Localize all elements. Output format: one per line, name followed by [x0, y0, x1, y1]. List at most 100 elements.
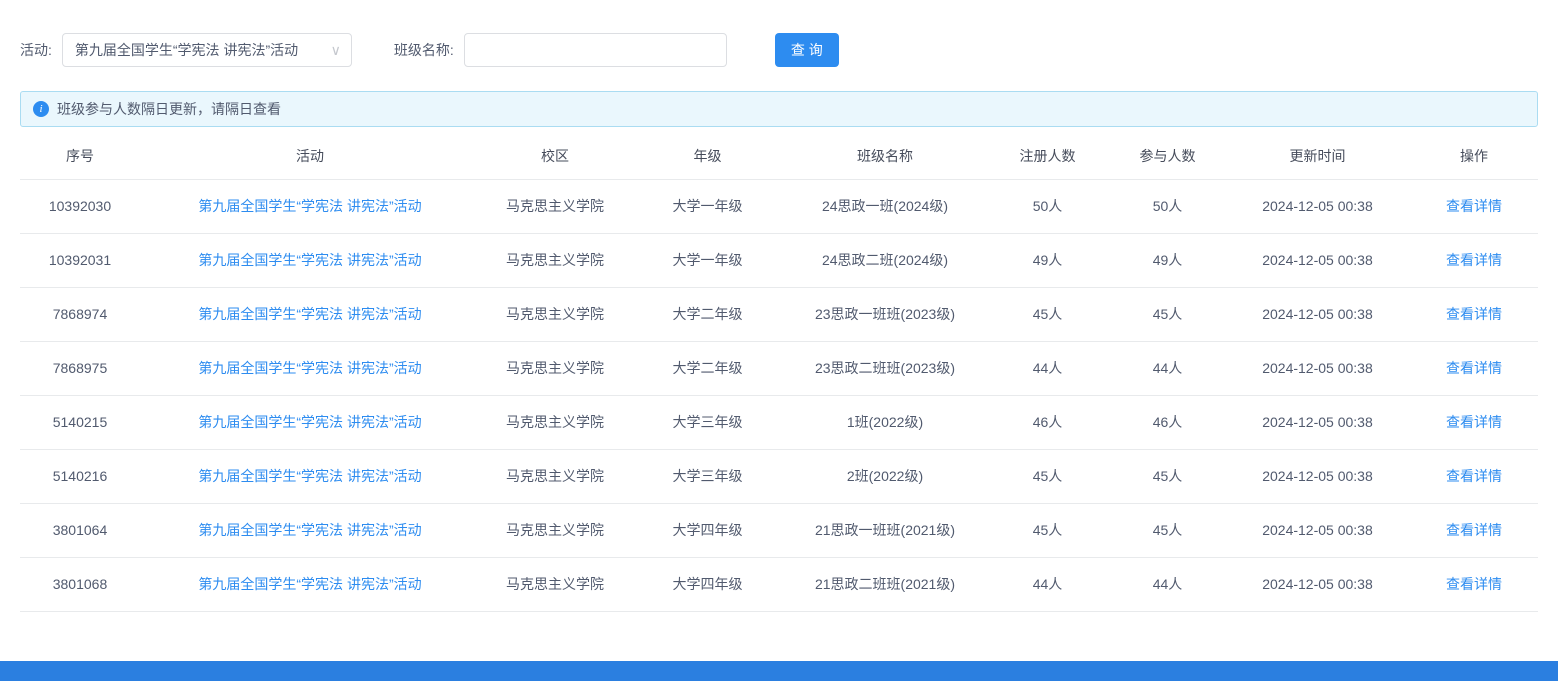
cell-seq: 7868975	[20, 341, 140, 395]
table-row: 7868975第九届全国学生“学宪法 讲宪法”活动马克思主义学院大学二年级23思…	[20, 341, 1538, 395]
activity-select[interactable]: 第九届全国学生“学宪法 讲宪法”活动 ∨	[62, 33, 352, 67]
cell-participants: 44人	[1110, 557, 1225, 611]
table-row: 3801064第九届全国学生“学宪法 讲宪法”活动马克思主义学院大学四年级21思…	[20, 503, 1538, 557]
cell-seq: 3801064	[20, 503, 140, 557]
activity-link[interactable]: 第九届全国学生“学宪法 讲宪法”活动	[198, 360, 421, 376]
column-header-class_name: 班级名称	[785, 133, 985, 179]
filter-bar: 活动: 第九届全国学生“学宪法 讲宪法”活动 ∨ 班级名称: 查 询	[0, 0, 1558, 67]
cell-registered: 45人	[985, 449, 1110, 503]
activity-link[interactable]: 第九届全国学生“学宪法 讲宪法”活动	[198, 576, 421, 592]
cell-updated: 2024-12-05 00:38	[1225, 557, 1410, 611]
cell-registered: 44人	[985, 341, 1110, 395]
view-details-link[interactable]: 查看详情	[1446, 468, 1502, 484]
table-row: 5140215第九届全国学生“学宪法 讲宪法”活动马克思主义学院大学三年级1班(…	[20, 395, 1538, 449]
cell-updated: 2024-12-05 00:38	[1225, 233, 1410, 287]
cell-activity: 第九届全国学生“学宪法 讲宪法”活动	[140, 557, 480, 611]
cell-campus: 马克思主义学院	[480, 341, 630, 395]
footer-bar	[0, 661, 1558, 681]
cell-seq: 5140216	[20, 449, 140, 503]
column-header-campus: 校区	[480, 133, 630, 179]
activity-link[interactable]: 第九届全国学生“学宪法 讲宪法”活动	[198, 414, 421, 430]
cell-registered: 44人	[985, 557, 1110, 611]
cell-grade: 大学一年级	[630, 179, 785, 233]
cell-seq: 3801068	[20, 557, 140, 611]
cell-activity: 第九届全国学生“学宪法 讲宪法”活动	[140, 449, 480, 503]
view-details-link[interactable]: 查看详情	[1446, 198, 1502, 214]
cell-updated: 2024-12-05 00:38	[1225, 287, 1410, 341]
table-body: 10392030第九届全国学生“学宪法 讲宪法”活动马克思主义学院大学一年级24…	[20, 179, 1538, 611]
view-details-link[interactable]: 查看详情	[1446, 360, 1502, 376]
cell-activity: 第九届全国学生“学宪法 讲宪法”活动	[140, 503, 480, 557]
column-header-updated: 更新时间	[1225, 133, 1410, 179]
cell-class_name: 24思政二班(2024级)	[785, 233, 985, 287]
query-button[interactable]: 查 询	[775, 33, 839, 67]
table-row: 5140216第九届全国学生“学宪法 讲宪法”活动马克思主义学院大学三年级2班(…	[20, 449, 1538, 503]
cell-participants: 44人	[1110, 341, 1225, 395]
column-header-seq: 序号	[20, 133, 140, 179]
activity-link[interactable]: 第九届全国学生“学宪法 讲宪法”活动	[198, 522, 421, 538]
column-header-grade: 年级	[630, 133, 785, 179]
info-icon: i	[33, 101, 49, 117]
cell-updated: 2024-12-05 00:38	[1225, 503, 1410, 557]
view-details-link[interactable]: 查看详情	[1446, 414, 1502, 430]
cell-participants: 50人	[1110, 179, 1225, 233]
view-details-link[interactable]: 查看详情	[1446, 306, 1502, 322]
cell-campus: 马克思主义学院	[480, 503, 630, 557]
cell-participants: 45人	[1110, 449, 1225, 503]
table-header-row: 序号活动校区年级班级名称注册人数参与人数更新时间操作	[20, 133, 1538, 179]
activity-link[interactable]: 第九届全国学生“学宪法 讲宪法”活动	[198, 306, 421, 322]
cell-grade: 大学四年级	[630, 503, 785, 557]
cell-action: 查看详情	[1410, 395, 1538, 449]
class-name-input[interactable]	[464, 33, 727, 67]
cell-campus: 马克思主义学院	[480, 557, 630, 611]
activity-link[interactable]: 第九届全国学生“学宪法 讲宪法”活动	[198, 252, 421, 268]
cell-activity: 第九届全国学生“学宪法 讲宪法”活动	[140, 341, 480, 395]
activity-filter-label: 活动:	[20, 40, 52, 60]
table-row: 3801068第九届全国学生“学宪法 讲宪法”活动马克思主义学院大学四年级21思…	[20, 557, 1538, 611]
activity-link[interactable]: 第九届全国学生“学宪法 讲宪法”活动	[198, 468, 421, 484]
cell-action: 查看详情	[1410, 233, 1538, 287]
cell-grade: 大学四年级	[630, 557, 785, 611]
cell-grade: 大学三年级	[630, 449, 785, 503]
table-row: 7868974第九届全国学生“学宪法 讲宪法”活动马克思主义学院大学二年级23思…	[20, 287, 1538, 341]
cell-activity: 第九届全国学生“学宪法 讲宪法”活动	[140, 233, 480, 287]
cell-participants: 45人	[1110, 287, 1225, 341]
class-name-filter-label: 班级名称:	[394, 40, 454, 60]
cell-updated: 2024-12-05 00:38	[1225, 395, 1410, 449]
cell-action: 查看详情	[1410, 503, 1538, 557]
column-header-participants: 参与人数	[1110, 133, 1225, 179]
view-details-link[interactable]: 查看详情	[1446, 522, 1502, 538]
cell-updated: 2024-12-05 00:38	[1225, 341, 1410, 395]
view-details-link[interactable]: 查看详情	[1446, 576, 1502, 592]
class-table-wrap: 序号活动校区年级班级名称注册人数参与人数更新时间操作 10392030第九届全国…	[20, 133, 1538, 612]
cell-updated: 2024-12-05 00:38	[1225, 179, 1410, 233]
cell-participants: 45人	[1110, 503, 1225, 557]
table-row: 10392030第九届全国学生“学宪法 讲宪法”活动马克思主义学院大学一年级24…	[20, 179, 1538, 233]
cell-activity: 第九届全国学生“学宪法 讲宪法”活动	[140, 179, 480, 233]
activity-select-value: 第九届全国学生“学宪法 讲宪法”活动	[75, 40, 298, 60]
info-banner: i 班级参与人数隔日更新，请隔日查看	[20, 91, 1538, 127]
cell-campus: 马克思主义学院	[480, 395, 630, 449]
cell-class_name: 23思政二班班(2023级)	[785, 341, 985, 395]
view-details-link[interactable]: 查看详情	[1446, 252, 1502, 268]
cell-action: 查看详情	[1410, 341, 1538, 395]
cell-seq: 5140215	[20, 395, 140, 449]
cell-campus: 马克思主义学院	[480, 287, 630, 341]
cell-grade: 大学二年级	[630, 287, 785, 341]
cell-participants: 46人	[1110, 395, 1225, 449]
table-row: 10392031第九届全国学生“学宪法 讲宪法”活动马克思主义学院大学一年级24…	[20, 233, 1538, 287]
cell-campus: 马克思主义学院	[480, 449, 630, 503]
cell-updated: 2024-12-05 00:38	[1225, 449, 1410, 503]
activity-link[interactable]: 第九届全国学生“学宪法 讲宪法”活动	[198, 198, 421, 214]
cell-action: 查看详情	[1410, 179, 1538, 233]
cell-seq: 10392031	[20, 233, 140, 287]
cell-class_name: 1班(2022级)	[785, 395, 985, 449]
chevron-down-icon: ∨	[331, 43, 341, 57]
column-header-registered: 注册人数	[985, 133, 1110, 179]
cell-registered: 45人	[985, 287, 1110, 341]
cell-action: 查看详情	[1410, 449, 1538, 503]
column-header-action: 操作	[1410, 133, 1538, 179]
cell-campus: 马克思主义学院	[480, 233, 630, 287]
cell-participants: 49人	[1110, 233, 1225, 287]
cell-activity: 第九届全国学生“学宪法 讲宪法”活动	[140, 287, 480, 341]
